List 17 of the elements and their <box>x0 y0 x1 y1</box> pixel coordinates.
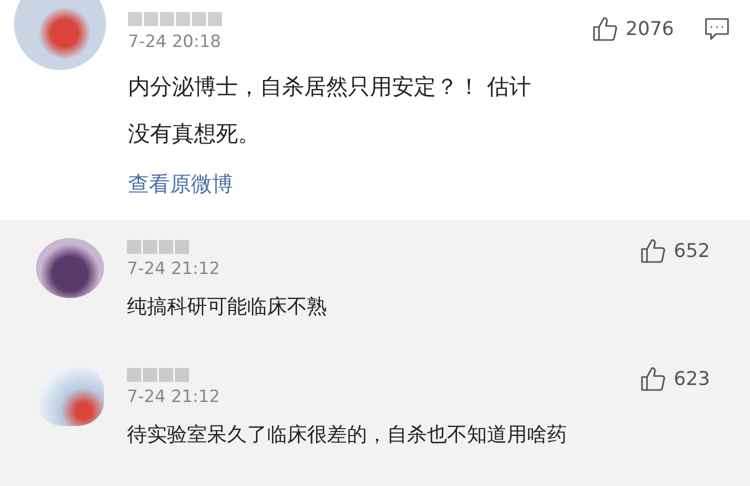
comment-time: 7-24 20:18 <box>128 32 222 52</box>
like-button[interactable]: 652 <box>640 238 710 264</box>
avatar <box>36 366 104 426</box>
reply-time: 7-24 21:12 <box>127 387 220 407</box>
comment-icon[interactable] <box>704 17 730 41</box>
reply-time: 7-24 21:12 <box>127 259 220 279</box>
reply-text: 待实验室呆久了临床很差的，自杀也不知道用啥药 <box>127 421 568 448</box>
like-button[interactable]: 623 <box>640 366 710 392</box>
blurred-username <box>127 240 189 254</box>
reply-text: 纯搞科研可能临床不熟 <box>127 293 328 320</box>
comment-text: 内分泌博士，自杀居然只用安定？！ 估计没有真想死。 <box>128 74 532 149</box>
blurred-username <box>127 368 189 382</box>
view-original-link[interactable]: 查看原微博 <box>128 170 730 198</box>
thumbs-up-icon <box>592 16 618 42</box>
thumbs-up-icon <box>640 366 666 392</box>
thumbs-up-icon <box>640 238 666 264</box>
like-button[interactable]: 2076 <box>592 16 674 42</box>
